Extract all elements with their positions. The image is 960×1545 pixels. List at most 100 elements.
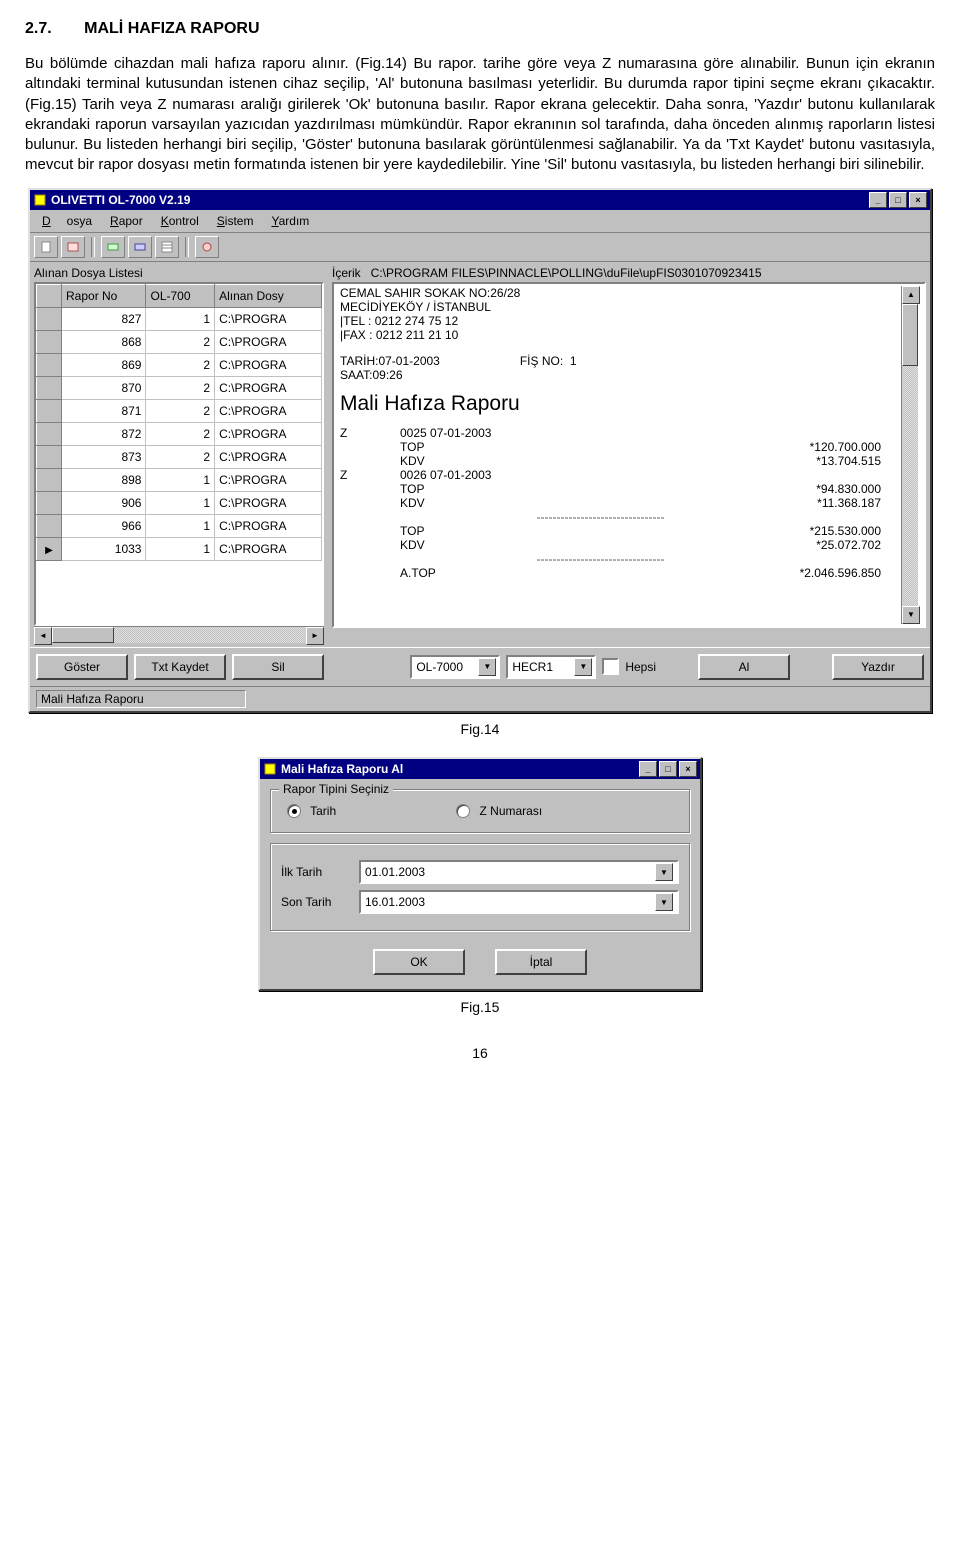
dialog-minimize-button[interactable]: _ [639, 761, 657, 777]
bottom-button-row: Göster Txt Kaydet Sil OL-7000▼ HECR1▼ He… [30, 647, 930, 686]
menu-yardim[interactable]: Yardım [263, 212, 317, 230]
report-line: KDV *11.368.187 [340, 496, 901, 510]
right-panel-label: İçerik [332, 266, 361, 280]
titlebar[interactable]: OLIVETTI OL-7000 V2.19 _ □ × [30, 190, 930, 210]
minimize-button[interactable]: _ [869, 192, 887, 208]
heading-title: MALİ HAFIZA RAPORU [84, 20, 259, 37]
addr-line-2: MECİDİYEKÖY / İSTANBUL [340, 300, 901, 314]
cell-rapor-no: 898 [62, 468, 146, 491]
iptal-button[interactable]: İptal [495, 949, 587, 975]
toolbar-btn-4[interactable] [128, 236, 152, 258]
table-row[interactable]: 8702C:\PROGRA [37, 376, 322, 399]
close-button[interactable]: × [909, 192, 927, 208]
son-tarih-label: Son Tarih [281, 895, 351, 909]
chevron-down-icon[interactable]: ▼ [574, 658, 592, 676]
toolbar [30, 233, 930, 262]
toolbar-btn-1[interactable] [34, 236, 58, 258]
menu-sistem[interactable]: Sistem [209, 212, 262, 230]
app-icon [33, 193, 47, 207]
tot-top-label: TOP [400, 524, 540, 538]
col-alinan[interactable]: Alınan Dosy [215, 284, 322, 307]
cell-ol: 2 [146, 399, 215, 422]
table-row[interactable]: 8722C:\PROGRA [37, 422, 322, 445]
toolbar-btn-5[interactable] [155, 236, 179, 258]
row-indicator [37, 445, 62, 468]
toolbar-btn-2[interactable] [61, 236, 85, 258]
atop-label: A.TOP [400, 566, 540, 580]
menu-dosya[interactable]: Dosya [34, 212, 100, 230]
radio-icon [287, 804, 301, 818]
table-row[interactable]: 8732C:\PROGRA [37, 445, 322, 468]
cell-ol: 2 [146, 330, 215, 353]
scroll-down-icon[interactable]: ▼ [902, 606, 920, 624]
toolbar-btn-6[interactable] [195, 236, 219, 258]
menu-kontrol[interactable]: Kontrol [153, 212, 207, 230]
fisno-label: FİŞ NO: [520, 354, 563, 368]
maximize-button[interactable]: □ [889, 192, 907, 208]
scroll-up-icon[interactable]: ▲ [902, 286, 920, 304]
scroll-left-icon[interactable]: ◄ [34, 627, 52, 645]
dialog-title: Mali Hafıza Raporu Al [281, 762, 403, 776]
section-heading: 2.7. MALİ HAFIZA RAPORU [25, 20, 935, 38]
goster-button[interactable]: Göster [36, 654, 128, 680]
radio-z[interactable]: Z Numarası [456, 804, 542, 819]
table-row[interactable]: 9661C:\PROGRA [37, 514, 322, 537]
cell-dosya: C:\PROGRA [215, 537, 322, 560]
cell-rapor-no: 966 [62, 514, 146, 537]
radio-tarih[interactable]: Tarih [287, 804, 336, 819]
file-list-grid[interactable]: Rapor No OL-700 Alınan Dosy 8271C:\PROGR… [34, 282, 324, 626]
scroll-right-icon[interactable]: ► [306, 627, 324, 645]
row-indicator [37, 422, 62, 445]
dialog-titlebar[interactable]: Mali Hafıza Raporu Al _ □ × [260, 759, 700, 779]
table-row[interactable]: 8981C:\PROGRA [37, 468, 322, 491]
dash-sep-1: -------------------------------- [340, 510, 901, 524]
yazdir-button[interactable]: Yazdır [832, 654, 924, 680]
window-title: OLIVETTI OL-7000 V2.19 [51, 193, 190, 207]
son-tarih-field[interactable]: 16.01.2003 ▼ [359, 890, 679, 914]
cell-dosya: C:\PROGRA [215, 422, 322, 445]
saat-value: 09:26 [372, 368, 402, 382]
page-number: 16 [25, 1045, 935, 1061]
table-row[interactable]: ▶10331C:\PROGRA [37, 537, 322, 560]
ilk-tarih-field[interactable]: 01.01.2003 ▼ [359, 860, 679, 884]
cell-dosya: C:\PROGRA [215, 330, 322, 353]
chevron-down-icon[interactable]: ▼ [478, 658, 496, 676]
device-combo[interactable]: OL-7000▼ [410, 655, 500, 679]
sil-button[interactable]: Sil [232, 654, 324, 680]
content-vscroll[interactable]: ▲ ▼ [901, 286, 918, 624]
menu-rapor[interactable]: Rapor [102, 212, 151, 230]
row-indicator [37, 376, 62, 399]
table-row[interactable]: 8271C:\PROGRA [37, 307, 322, 330]
al-button[interactable]: Al [698, 654, 790, 680]
table-row[interactable]: 8692C:\PROGRA [37, 353, 322, 376]
tel-label: |TEL : [340, 314, 371, 328]
terminal-combo[interactable]: HECR1▼ [506, 655, 596, 679]
tot-kdv-label: KDV [400, 538, 540, 552]
report-line: KDV *13.704.515 [340, 454, 901, 468]
cell-dosya: C:\PROGRA [215, 445, 322, 468]
col-ol[interactable]: OL-700 [146, 284, 215, 307]
table-row[interactable]: 8712C:\PROGRA [37, 399, 322, 422]
report-line: Z0026 07-01-2003 [340, 468, 901, 482]
dialog-close-button[interactable]: × [679, 761, 697, 777]
status-text: Mali Hafıza Raporu [36, 690, 246, 708]
cell-rapor-no: 827 [62, 307, 146, 330]
tel-value: 0212 274 75 12 [375, 314, 458, 328]
grid-hscroll[interactable]: ◄ ► [34, 626, 324, 643]
txt-kaydet-button[interactable]: Txt Kaydet [134, 654, 226, 680]
chevron-down-icon[interactable]: ▼ [655, 863, 673, 881]
cell-dosya: C:\PROGRA [215, 353, 322, 376]
toolbar-btn-3[interactable] [101, 236, 125, 258]
dialog-maximize-button[interactable]: □ [659, 761, 677, 777]
dialog-window: Mali Hafıza Raporu Al _ □ × Rapor Tipini… [258, 757, 702, 992]
col-rapor-no[interactable]: Rapor No [62, 284, 146, 307]
cell-dosya: C:\PROGRA [215, 468, 322, 491]
table-row[interactable]: 8682C:\PROGRA [37, 330, 322, 353]
cell-rapor-no: 872 [62, 422, 146, 445]
cell-ol: 2 [146, 376, 215, 399]
cell-rapor-no: 906 [62, 491, 146, 514]
ok-button[interactable]: OK [373, 949, 465, 975]
chevron-down-icon[interactable]: ▼ [655, 893, 673, 911]
table-row[interactable]: 9061C:\PROGRA [37, 491, 322, 514]
hepsi-checkbox[interactable] [602, 658, 619, 675]
